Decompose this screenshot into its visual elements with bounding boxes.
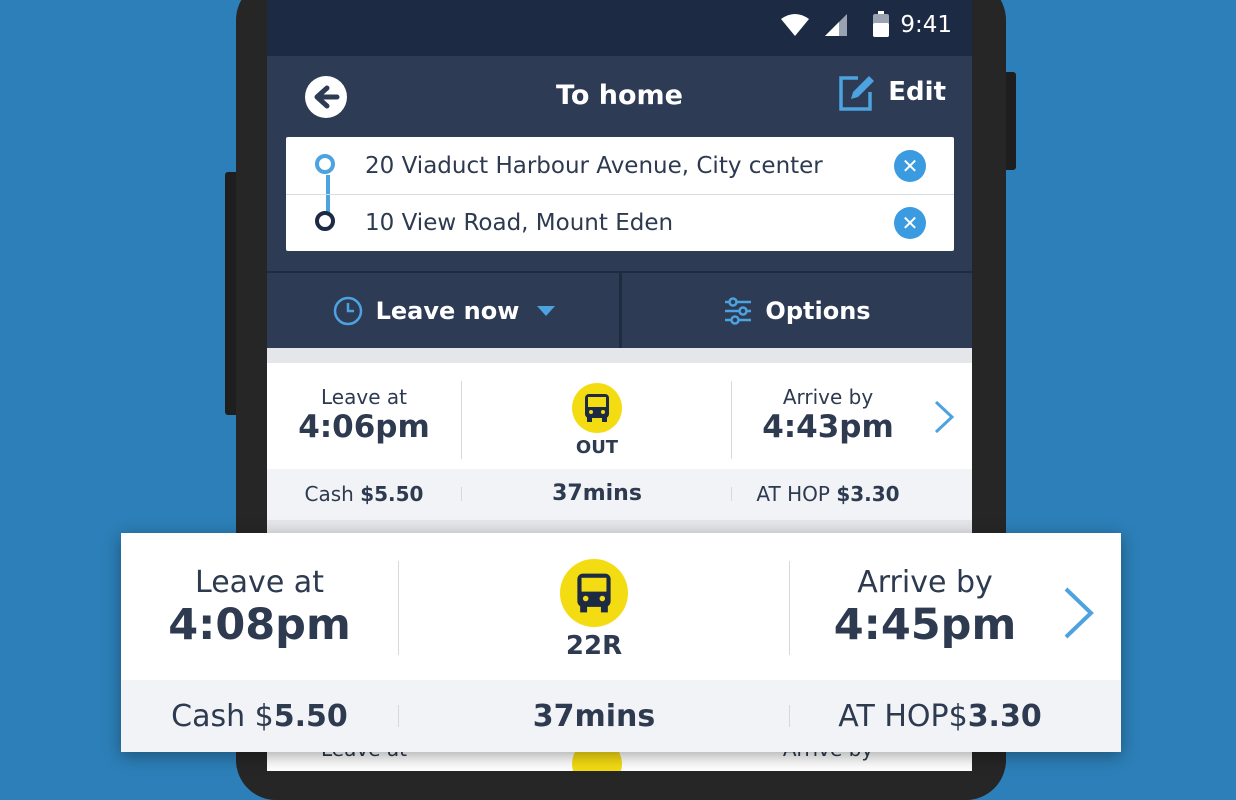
cash-value: 5.50	[273, 698, 348, 734]
hop-label: AT HOP$	[838, 698, 968, 734]
route-inputs: 20 Viaduct Harbour Avenue, City center ✕…	[286, 137, 954, 251]
arrive-label: Arrive by	[782, 385, 874, 409]
clear-icon: ✕	[901, 210, 919, 235]
leave-label: Leave at	[195, 565, 324, 600]
clear-destination-button[interactable]: ✕	[894, 206, 926, 239]
options-button[interactable]: Options	[622, 273, 972, 348]
edit-icon	[839, 76, 875, 111]
destination-marker-icon	[315, 211, 335, 231]
hop-label: AT HOP	[756, 482, 830, 506]
cash-label: Cash	[304, 482, 354, 506]
trip-summary: Leave at 4:08pm 22R Arrive by 4:45pm	[121, 533, 1121, 680]
cash-label: Cash $	[171, 698, 274, 734]
leave-time: 4:08pm	[168, 600, 351, 650]
leave-now-dropdown[interactable]: Leave now	[267, 273, 620, 348]
hop-fare: AT HOP $3.30	[732, 482, 924, 506]
arrive-label: Arrive by	[857, 565, 993, 600]
status-time: 9:41	[900, 12, 952, 38]
origin-text: 20 Viaduct Harbour Avenue, City center	[365, 152, 823, 179]
sliders-icon	[725, 296, 752, 325]
destination-text: 10 View Road, Mount Eden	[365, 209, 674, 236]
leave-time: 4:06pm	[298, 409, 430, 445]
wifi-icon	[781, 14, 809, 36]
trip-fares: Cash $5.50 37mins AT HOP $3.30	[267, 469, 972, 520]
options-label: Options	[765, 296, 871, 325]
edit-label: Edit	[888, 77, 946, 107]
route-header: To home Edit 20 Viaduct Harbour Avenue, …	[267, 56, 972, 271]
destination-field[interactable]: 10 View Road, Mount Eden ✕	[286, 194, 954, 251]
trip-controls: Leave now Options	[267, 271, 972, 348]
arrive-column: Arrive by 4:43pm	[732, 385, 924, 445]
route-number: 22R	[565, 631, 623, 661]
trip-fares: Cash $5.50 37mins AT HOP$ 3.30	[121, 680, 1121, 752]
clock-icon	[333, 296, 362, 325]
trip-summary: Leave at 4:06pm OUT Arrive by 4:43pm	[267, 363, 972, 469]
chevron-right-icon	[934, 400, 955, 434]
status-bar: 9:41	[267, 0, 972, 56]
leave-column: Leave at 4:08pm	[121, 565, 398, 651]
clear-icon: ✕	[901, 153, 919, 178]
cash-fare: Cash $5.50	[121, 680, 398, 752]
trip-card[interactable]: Leave at 4:06pm OUT Arrive by 4:43pm Cas…	[267, 363, 972, 520]
chevron-right-icon	[1064, 587, 1094, 639]
highlighted-trip-card[interactable]: Leave at 4:08pm 22R Arrive by 4:45pm Cas…	[121, 533, 1121, 752]
leave-label: Leave at	[321, 385, 407, 409]
clear-origin-button[interactable]: ✕	[894, 149, 926, 182]
arrive-time: 4:45pm	[833, 600, 1017, 650]
phone-power-button	[1006, 72, 1016, 170]
chevron-down-icon	[537, 305, 556, 316]
origin-marker-icon	[315, 154, 335, 174]
edit-button[interactable]: Edit	[838, 72, 946, 112]
leave-column: Leave at 4:06pm	[267, 385, 461, 445]
signal-icon	[825, 14, 847, 36]
bus-icon	[560, 559, 628, 627]
duration: 37mins	[532, 698, 656, 734]
hop-value: $3.30	[836, 482, 900, 506]
hop-value: 3.30	[967, 698, 1042, 734]
route-number: OUT	[575, 437, 619, 458]
arrive-time: 4:43pm	[762, 409, 894, 445]
origin-field[interactable]: 20 Viaduct Harbour Avenue, City center ✕	[286, 137, 954, 195]
hop-fare: AT HOP$ 3.30	[790, 680, 1090, 752]
cash-fare: Cash $5.50	[267, 482, 461, 506]
leave-now-label: Leave now	[375, 296, 520, 325]
route-column: OUT	[462, 383, 732, 458]
route-column: 22R	[399, 559, 789, 661]
duration: 37mins	[552, 481, 642, 506]
arrive-column: Arrive by 4:45pm	[790, 565, 1060, 651]
bus-icon	[572, 383, 622, 433]
cash-value: $5.50	[360, 482, 424, 506]
battery-icon	[873, 11, 889, 37]
